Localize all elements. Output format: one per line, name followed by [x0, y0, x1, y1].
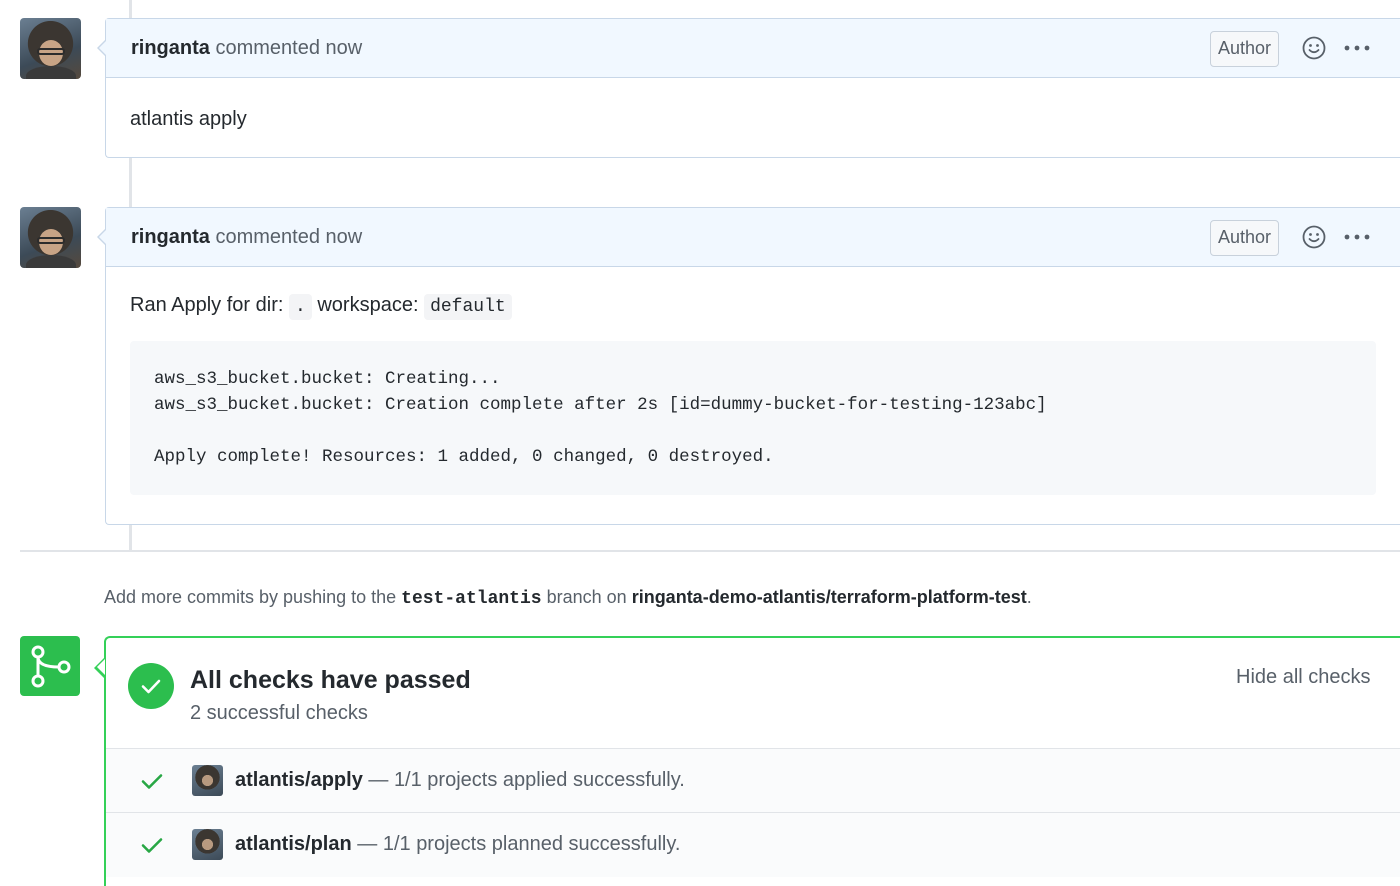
check-text: atlantis/apply — 1/1 projects applied su…	[235, 769, 685, 792]
check-icon	[141, 774, 163, 789]
check-description: 1/1 projects planned successfully.	[382, 833, 681, 855]
comment-meta: ringanta commented now	[131, 37, 362, 60]
checks-title: All checks have passed	[190, 666, 471, 694]
avatar[interactable]	[20, 18, 81, 79]
push-note-suffix: .	[1026, 587, 1032, 607]
workspace-label: workspace:	[317, 294, 419, 316]
push-note-prefix: Add more commits by pushing to the	[104, 587, 397, 607]
kebab-menu-icon[interactable]	[1344, 45, 1370, 51]
check-avatar	[192, 829, 223, 860]
git-merge-icon	[20, 636, 80, 696]
checks-panel: All checks have passed 2 successful chec…	[94, 636, 1400, 886]
comment-card: ringanta commented now Author atlantis a…	[97, 18, 1400, 158]
comment-card: ringanta commented now Author Ran Apply …	[97, 207, 1400, 525]
check-icon	[141, 838, 163, 853]
timeline-divider	[20, 550, 1400, 552]
comment-action[interactable]: commented now	[215, 226, 362, 248]
check-text: atlantis/plan — 1/1 projects planned suc…	[235, 833, 680, 856]
apply-summary-line: Ran Apply for dir: . workspace: default	[130, 294, 1376, 320]
avatar[interactable]	[20, 207, 81, 268]
comment-author[interactable]: ringanta	[131, 37, 210, 59]
repo-name[interactable]: ringanta-demo-atlantis/terraform-platfor…	[632, 587, 1027, 607]
apply-output-code-block: aws_s3_bucket.bucket: Creating... aws_s3…	[130, 341, 1376, 495]
apply-summary-prefix: Ran Apply for dir:	[130, 294, 284, 316]
emoji-reaction-icon[interactable]	[1302, 225, 1326, 249]
workspace-code: default	[424, 294, 512, 320]
push-note: Add more commits by pushing to the test-…	[104, 587, 1032, 609]
check-description: 1/1 projects applied successfully.	[393, 769, 685, 791]
success-check-icon	[128, 663, 174, 709]
check-row: atlantis/plan — 1/1 projects planned suc…	[106, 812, 1400, 877]
check-context: atlantis/plan	[235, 833, 352, 855]
emoji-reaction-icon[interactable]	[1302, 36, 1326, 60]
comment-author[interactable]: ringanta	[131, 226, 210, 248]
push-note-middle: branch on	[546, 587, 627, 607]
hide-all-checks-link[interactable]: Hide all checks	[1236, 666, 1371, 689]
comment-body: Ran Apply for dir: . workspace: default …	[106, 267, 1400, 495]
check-separator: —	[357, 833, 378, 855]
author-badge: Author	[1210, 31, 1280, 67]
branch-name: test-atlantis	[401, 589, 542, 609]
comment-body: atlantis apply	[130, 108, 247, 130]
kebab-menu-icon[interactable]	[1344, 234, 1370, 240]
comment-meta: ringanta commented now	[131, 226, 362, 249]
comment-header: ringanta commented now Author	[97, 208, 1400, 267]
comment-action[interactable]: commented now	[215, 37, 362, 59]
dir-code: .	[288, 294, 312, 320]
check-separator: —	[368, 769, 389, 791]
check-avatar	[192, 765, 223, 796]
checks-subtitle: 2 successful checks	[190, 702, 368, 724]
author-badge: Author	[1210, 220, 1280, 256]
check-context: atlantis/apply	[235, 769, 363, 791]
comment-header: ringanta commented now Author	[97, 19, 1400, 78]
check-row: atlantis/apply — 1/1 projects applied su…	[106, 748, 1400, 813]
